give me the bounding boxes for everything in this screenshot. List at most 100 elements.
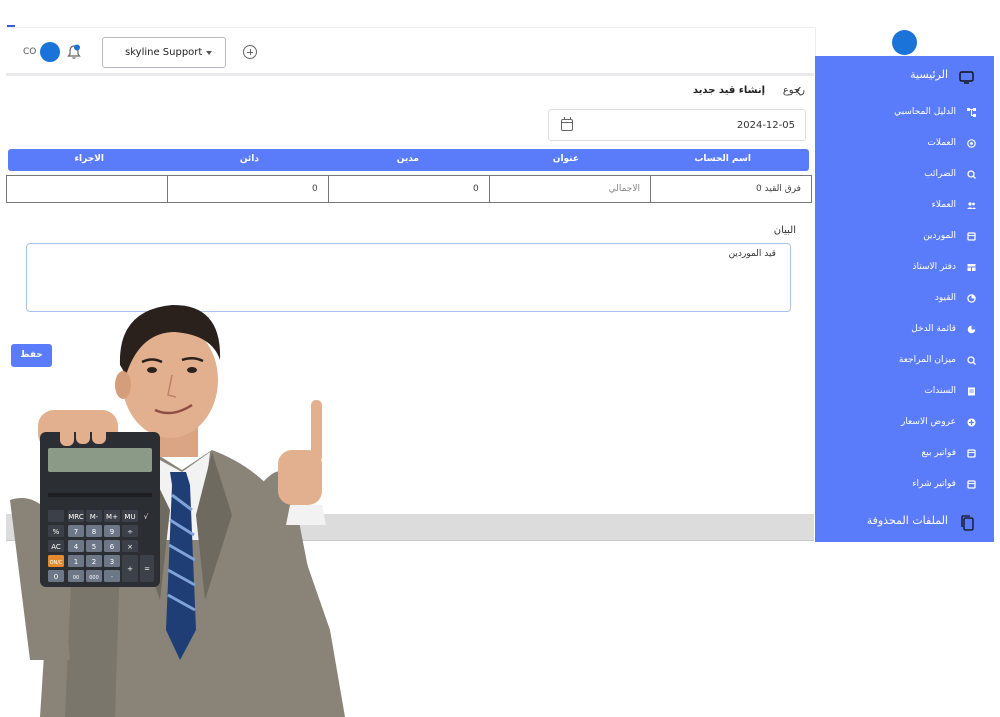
credit-value: 0	[312, 184, 318, 194]
sidebar-item-label: ميزان المراجعة	[898, 355, 956, 365]
sidebar-item-taxes[interactable]: الضرائب	[821, 165, 986, 185]
entries-icon	[967, 294, 976, 303]
account-value: فرق القيد 0	[756, 184, 801, 194]
sidebar-item-label: عروض الاسعار	[900, 417, 956, 427]
calc-key-sqrt: √	[144, 513, 149, 521]
calc-key-mrc: MRC	[68, 513, 84, 521]
company-select[interactable]: skyline Support	[102, 37, 226, 68]
sidebar-item-entries[interactable]: القيود	[821, 289, 986, 309]
statement-value: قيد الموردين	[728, 249, 776, 259]
sidebar-item-label: فواتير شراء	[912, 479, 956, 489]
calc-key-4: 4	[74, 543, 79, 551]
sidebar-item-quotes[interactable]: عروض الاسعار	[821, 413, 986, 433]
ledger-icon	[967, 264, 976, 271]
account-cell[interactable]: فرق القيد 0	[650, 175, 812, 203]
sidebar-item-purchase-invoices[interactable]: فواتير شراء	[821, 475, 986, 495]
calc-key-divide: ÷	[127, 528, 133, 536]
supplier-icon	[967, 232, 976, 241]
calc-key-ac: AC	[51, 543, 61, 551]
calc-key-3: 3	[110, 558, 114, 566]
tax-icon	[967, 170, 976, 179]
calc-key-plus: +	[127, 565, 133, 573]
back-link[interactable]: رجوع	[783, 85, 805, 96]
debit-cell[interactable]: 0	[328, 175, 490, 203]
calc-key-percent: %	[53, 528, 60, 536]
column-header-credit: دائن	[239, 154, 259, 164]
sidebar-item-customers[interactable]: العملاء	[821, 196, 986, 216]
add-icon[interactable]	[243, 45, 257, 59]
calc-key-00: 00	[73, 575, 79, 581]
company-select-value: skyline Support	[125, 47, 203, 58]
sidebar-item-label: الدليل المحاسبي	[894, 107, 956, 117]
sidebar-item-deleted-files[interactable]: الملفات المحذوفة	[821, 512, 986, 532]
date-field[interactable]: 2024-12-05	[548, 109, 806, 141]
calc-key-1: 1	[74, 558, 78, 566]
sidebar-item-trial-balance[interactable]: ميزان المراجعة	[821, 351, 986, 371]
column-header-debit: مدين	[396, 154, 419, 164]
sidebar-item-label: الملفات المحذوفة	[866, 514, 948, 527]
document-icon	[968, 387, 975, 396]
sidebar-item-income-statement[interactable]: قائمة الدخل	[821, 320, 986, 340]
sidebar-item-label: الضرائب	[924, 169, 956, 179]
balance-icon	[967, 356, 976, 365]
quote-icon	[967, 418, 976, 427]
sidebar-item-label: القيود	[934, 293, 956, 303]
purchase-icon	[967, 480, 976, 489]
calendar-icon[interactable]	[561, 117, 573, 131]
title-cell[interactable]: الاجمالي	[489, 175, 651, 203]
statement-label: البيان	[773, 225, 796, 236]
avatar[interactable]	[40, 42, 60, 62]
sidebar-item-label: الرئيسية	[910, 68, 948, 81]
calc-key-8: 8	[92, 528, 96, 536]
sidebar-item-home[interactable]: الرئيسية	[821, 66, 986, 86]
calc-key-equals: =	[144, 565, 150, 573]
calc-key-5: 5	[92, 543, 96, 551]
sidebar-item-label: العملاء	[931, 200, 956, 210]
sidebar-item-vouchers[interactable]: السندات	[821, 382, 986, 402]
sidebar-item-ledger[interactable]: دفتر الاستاذ	[821, 258, 986, 278]
currency-icon	[967, 139, 976, 148]
sidebar-item-label: الموردين	[923, 231, 956, 241]
action-cell	[6, 175, 168, 203]
calc-key-2: 2	[92, 558, 96, 566]
sidebar-avatar[interactable]	[892, 30, 917, 55]
page-title: إنشاء قيد جديد	[692, 85, 765, 96]
calc-key-mu: MU	[124, 513, 135, 521]
calc-key-9: 9	[110, 528, 114, 536]
calc-key-0: 0	[54, 573, 58, 581]
sidebar-item-sales-invoices[interactable]: فواتير بيع	[821, 444, 986, 464]
column-header-account: اسم الحساب	[694, 154, 751, 164]
sidebar-item-label: دفتر الاستاذ	[912, 262, 957, 272]
date-value: 2024-12-05	[736, 120, 795, 131]
sidebar-item-currencies[interactable]: العملات	[821, 134, 986, 154]
calc-key-7: 7	[74, 528, 78, 536]
debit-value: 0	[473, 184, 479, 194]
sidebar-item-label: العملات	[927, 138, 956, 148]
invoice-icon	[967, 449, 976, 458]
column-header-title: عنوان	[552, 154, 579, 164]
files-icon	[961, 515, 974, 531]
calc-key-dot: ·	[111, 573, 113, 581]
title-placeholder: الاجمالي	[608, 184, 640, 194]
bell-icon[interactable]	[65, 43, 83, 61]
credit-cell[interactable]: 0	[167, 175, 329, 203]
sidebar-item-label: فواتير بيع	[921, 448, 956, 458]
top-header: CO skyline Support	[6, 28, 814, 76]
sidebar-item-chart-of-accounts[interactable]: الدليل المحاسبي	[821, 103, 986, 123]
calc-key-m-plus: M+	[106, 513, 118, 521]
tree-icon	[967, 108, 976, 117]
calc-key-multiply: ×	[127, 543, 133, 551]
calc-key-6: 6	[110, 543, 115, 551]
sidebar-item-suppliers[interactable]: الموردين	[821, 227, 986, 247]
chevron-down-icon	[206, 51, 212, 55]
user-initials[interactable]: CO	[23, 47, 36, 57]
monitor-icon	[959, 71, 974, 84]
sidebar-item-label: السندات	[924, 386, 956, 396]
pie-icon	[967, 325, 976, 334]
businessman-illustration: MRC M- M+ MU √ % 7 8 9 ÷ AC 4 5 6 × ON/C…	[10, 304, 345, 717]
sidebar: الرئيسية الدليل المحاسبي العملات الضرائب…	[815, 56, 994, 542]
calc-key-m-minus: M-	[90, 513, 99, 521]
calc-key-on: ON/C	[50, 560, 63, 566]
column-header-action: الاجراء	[74, 154, 104, 164]
sidebar-item-label: قائمة الدخل	[911, 324, 956, 334]
